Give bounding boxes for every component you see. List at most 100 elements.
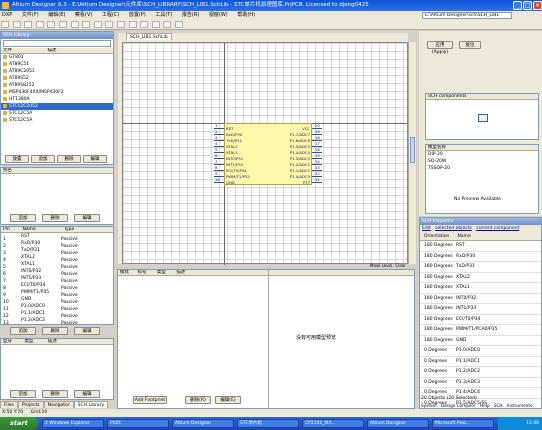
component-list-item[interactable]: MSP430F4XX/MSP430F2 xyxy=(1,89,113,96)
canvas-vertical-scrollbar[interactable] xyxy=(408,42,416,264)
inspector-row[interactable]: 0 Degrees P1.0/ADC0 xyxy=(420,346,541,357)
menu-place[interactable]: 放置(P) xyxy=(127,12,146,18)
pin-row[interactable]: 8ECI/T0/P34Passive xyxy=(1,282,113,289)
tab-sch-library[interactable]: SCH Library xyxy=(73,401,109,408)
select-icon[interactable] xyxy=(140,21,149,28)
tab-help[interactable]: Help xyxy=(480,403,490,408)
model-item[interactable]: SO-20W xyxy=(426,158,538,165)
paste-icon[interactable] xyxy=(93,21,102,28)
cut-icon[interactable] xyxy=(70,21,79,28)
taskbar-task[interactable]: PS01 xyxy=(107,419,169,428)
undo-icon[interactable] xyxy=(105,21,114,28)
edit-component-button[interactable]: 编辑 xyxy=(83,155,107,163)
pin-icon[interactable] xyxy=(163,21,172,28)
inspector-row[interactable]: 180 Degrees PWM/T1/PCA0/P35 xyxy=(420,325,541,336)
menu-edit[interactable]: 编辑(E) xyxy=(46,12,65,18)
zoom-out-icon[interactable] xyxy=(58,21,67,28)
pin-row[interactable]: 3TxD/P31Passive xyxy=(1,247,113,254)
path-input[interactable]: E:\Altium Designer\sch\SCH_LIB1 xyxy=(422,12,512,19)
pin-row[interactable]: 4XTAL2Passive xyxy=(1,254,113,261)
print-icon[interactable] xyxy=(35,21,44,28)
menu-dxp[interactable]: DXP xyxy=(0,12,12,18)
tab-projects[interactable]: Projects xyxy=(17,401,44,408)
pin-row[interactable]: 12P1.1/ADC1Passive xyxy=(1,310,113,317)
add-footprint-button[interactable]: Add Footprint xyxy=(133,396,167,404)
edit-model-button[interactable]: 编辑 xyxy=(74,390,100,398)
add-pin-button[interactable]: 追加 xyxy=(10,327,36,335)
open-icon[interactable] xyxy=(12,21,21,28)
menu-tools[interactable]: 工具(T) xyxy=(153,12,172,18)
save-icon[interactable] xyxy=(24,21,33,28)
delete-pin-button[interactable]: 删除 xyxy=(42,327,68,335)
zoom-in-icon[interactable] xyxy=(47,21,56,28)
add-model-button[interactable]: 追加 xyxy=(10,390,36,398)
taskbar-task[interactable]: STC单片机 xyxy=(237,419,299,428)
inspector-row[interactable]: 180 Degrees INT0/P32 xyxy=(420,294,541,304)
edit-alias-button[interactable]: 编辑 xyxy=(74,214,100,222)
new-icon[interactable] xyxy=(1,21,9,28)
menu-window[interactable]: 视窗(W) xyxy=(207,12,228,18)
taskbar-task[interactable]: CP2102_MA... xyxy=(302,419,364,428)
component-list-item[interactable]: AT89S8252 xyxy=(1,82,113,89)
pin-row[interactable]: 11P1.0/ADC0Passive xyxy=(1,303,113,310)
edit-pin-button[interactable]: 编辑 xyxy=(74,327,100,335)
close-button[interactable]: × xyxy=(533,1,542,10)
tab-files[interactable]: Files xyxy=(0,401,18,408)
redo-icon[interactable] xyxy=(116,21,125,28)
taskbar-task[interactable]: Microsoft Pow... xyxy=(432,419,494,428)
tab-navigator[interactable]: Navigator xyxy=(43,401,74,408)
wire-icon[interactable] xyxy=(151,21,160,28)
component-list-item[interactable]: STC12C5A xyxy=(1,110,113,117)
model-item[interactable]: TSSOP-20 xyxy=(426,165,538,172)
maximize-button[interactable]: □ xyxy=(523,1,532,10)
mask-level-label[interactable]: Mask Level xyxy=(370,263,392,268)
inspector-row[interactable]: 180 Degrees XTAL1 xyxy=(420,283,541,294)
clear-label[interactable]: Clear xyxy=(395,263,405,268)
add-component-button[interactable]: 追加 xyxy=(31,155,55,163)
reset-button[interactable]: 复位 xyxy=(459,41,481,49)
taskbar-task[interactable]: Altium Designer xyxy=(367,419,429,428)
delete-alias-button[interactable]: 删除 xyxy=(42,214,68,222)
inspector-row[interactable]: 0 Degrees P1.3/ADC3 xyxy=(420,378,541,388)
inspector-row[interactable]: 0 Degrees P1.1/ADC1 xyxy=(420,357,541,367)
pin-row[interactable]: 9PWM/T1/P35Passive xyxy=(1,289,113,296)
inspector-row[interactable]: 180 Degrees INT1/P33 xyxy=(420,304,541,315)
delete-model-button-2[interactable]: 删除(R) xyxy=(185,396,211,404)
delete-component-button[interactable]: 删除 xyxy=(57,155,81,163)
taskbar-task[interactable]: Altium Designer xyxy=(172,419,234,428)
delete-model-button[interactable]: 删除 xyxy=(42,390,68,398)
start-button[interactable]: start xyxy=(0,417,38,430)
component-list-item[interactable]: AT89C51 xyxy=(1,61,113,68)
component-search-input[interactable] xyxy=(3,40,111,47)
pin-row[interactable]: 2RxD/P30Passive xyxy=(1,240,113,247)
component-list-item[interactable]: AT89S52 xyxy=(1,75,113,82)
inspector-row[interactable]: 180 Degrees RxD/P30 xyxy=(420,252,541,262)
taskbar-task[interactable]: 2 Windows Explorer xyxy=(42,419,104,428)
inspector-selected-link[interactable]: selected objects xyxy=(435,226,472,231)
component-list-item[interactable]: STC12C5A xyxy=(1,117,113,124)
minimize-button[interactable]: _ xyxy=(513,1,522,10)
pin-row[interactable]: 6INT0/P32Passive xyxy=(1,268,113,275)
component-list-item[interactable]: STC12C2052 xyxy=(1,103,113,110)
tab-system[interactable]: System xyxy=(421,403,437,408)
pin-row[interactable]: 10GNDPassive xyxy=(1,296,113,303)
menu-file[interactable]: 文件(F) xyxy=(20,12,39,18)
rectangle-icon[interactable] xyxy=(174,21,183,28)
pin-row[interactable]: 5XTAL1Passive xyxy=(1,261,113,268)
add-alias-button[interactable]: 追加 xyxy=(10,214,36,222)
inspector-row[interactable]: 180 Degrees GND xyxy=(420,336,541,346)
tab-instruments[interactable]: Instruments xyxy=(507,403,532,408)
menu-help[interactable]: 帮助(H) xyxy=(235,12,255,18)
scrollbar-thumb[interactable] xyxy=(410,137,415,163)
edit-model-button-2[interactable]: 编辑(E) xyxy=(215,396,241,404)
inspector-row[interactable]: 180 Degrees XTAL2 xyxy=(420,273,541,283)
component-list-item[interactable]: GT801 xyxy=(1,54,113,61)
inspector-row[interactable]: 180 Degrees ECI/T0/P34 xyxy=(420,315,541,325)
component-list-item[interactable]: AT89C2051 xyxy=(1,68,113,75)
tab-design-compiler[interactable]: Design Compiler xyxy=(441,403,476,408)
menu-view[interactable]: 察看(V) xyxy=(73,12,92,18)
pin-row[interactable]: 13 P1.2/ADC2 Passive xyxy=(1,317,113,324)
inspector-row[interactable]: 180 Degrees TxD/P31 xyxy=(420,262,541,273)
menu-project[interactable]: 工程(C) xyxy=(100,12,119,18)
pin-row[interactable]: 7INT1/P33Passive xyxy=(1,275,113,282)
